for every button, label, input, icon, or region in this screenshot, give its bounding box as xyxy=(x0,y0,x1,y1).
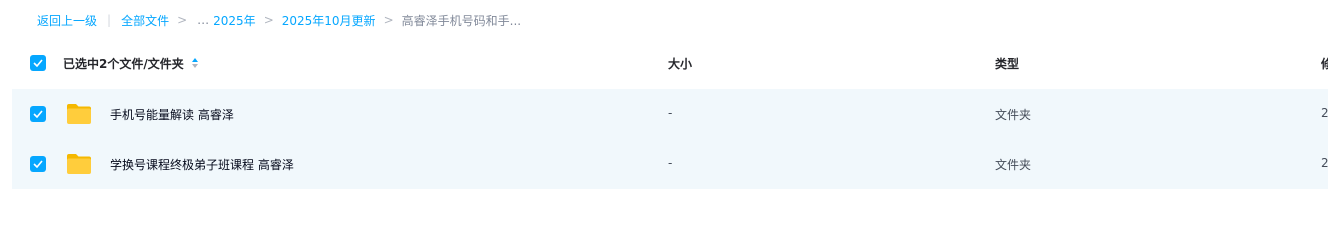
column-header-type[interactable]: 类型 xyxy=(995,55,1019,72)
table-header: 已选中2个文件/文件夹 大小 类型 修 xyxy=(12,40,1328,86)
breadcrumb-current: 高睿泽手机号码和手... xyxy=(401,13,522,28)
back-link[interactable]: 返回上一级 xyxy=(37,12,97,29)
file-size: - xyxy=(668,156,673,170)
breadcrumb-separator: > xyxy=(177,13,188,27)
breadcrumb-separator: > xyxy=(383,13,394,27)
check-icon xyxy=(33,160,43,168)
check-icon xyxy=(33,59,43,67)
breadcrumb-all-files[interactable]: 全部文件 xyxy=(121,12,169,29)
breadcrumb: 返回上一级 | 全部文件 > … 2025年 > 2025年10月更新 > 高睿… xyxy=(0,0,1328,40)
column-header-modified[interactable]: 修 xyxy=(1321,55,1328,72)
breadcrumb-divider: | xyxy=(107,13,112,27)
breadcrumb-separator: > xyxy=(263,13,274,27)
file-name[interactable]: 学换号课程终极弟子班课程 高睿泽 xyxy=(110,156,294,173)
select-all-checkbox[interactable] xyxy=(30,55,46,71)
sort-icon[interactable] xyxy=(191,57,199,69)
folder-icon xyxy=(67,154,91,174)
folder-icon xyxy=(67,104,91,124)
selection-count-label: 已选中2个文件/文件夹 xyxy=(63,57,184,71)
table-row[interactable]: 学换号课程终极弟子班课程 高睿泽 - 文件夹 2 xyxy=(12,139,1328,189)
check-icon xyxy=(33,110,43,118)
breadcrumb-ellipsis[interactable]: … xyxy=(197,13,209,27)
file-type: 文件夹 xyxy=(995,108,1032,122)
file-date: 2 xyxy=(1321,106,1328,120)
breadcrumb-2025-10[interactable]: 2025年10月更新 xyxy=(282,12,376,29)
file-name[interactable]: 手机号能量解读 高睿泽 xyxy=(110,106,234,123)
file-size: - xyxy=(668,106,673,120)
breadcrumb-2025[interactable]: 2025年 xyxy=(213,12,256,29)
row-checkbox[interactable] xyxy=(30,156,46,172)
column-header-size[interactable]: 大小 xyxy=(668,55,692,72)
row-checkbox[interactable] xyxy=(30,106,46,122)
file-type: 文件夹 xyxy=(995,158,1032,172)
file-date: 2 xyxy=(1321,156,1328,170)
table-row[interactable]: 手机号能量解读 高睿泽 - 文件夹 2 xyxy=(12,89,1328,139)
